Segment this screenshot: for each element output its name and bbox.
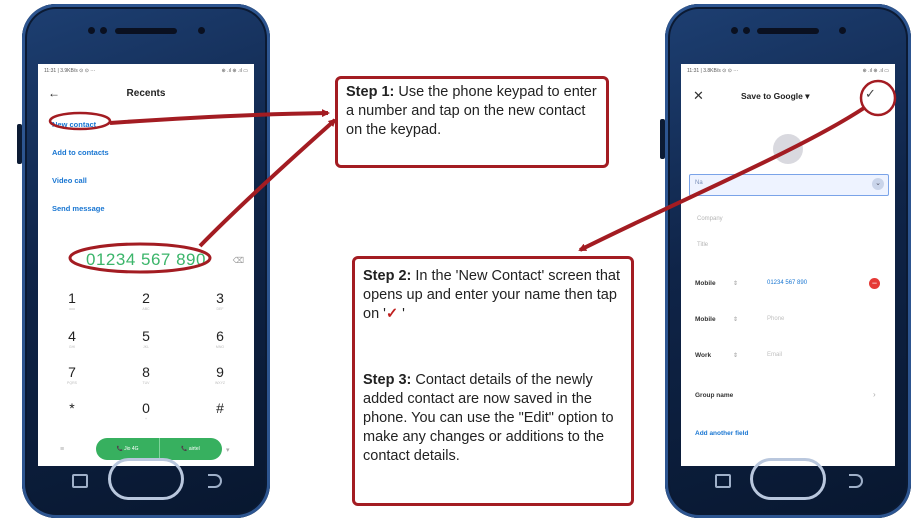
arrow-number-to-step1 xyxy=(198,118,337,248)
number-highlight xyxy=(68,242,212,274)
arrow-to-step1 xyxy=(109,109,330,125)
annotation-overlay xyxy=(48,79,897,274)
new-contact-highlight xyxy=(48,111,112,131)
arrow-to-step2 xyxy=(578,106,866,252)
check-highlight xyxy=(859,79,897,117)
